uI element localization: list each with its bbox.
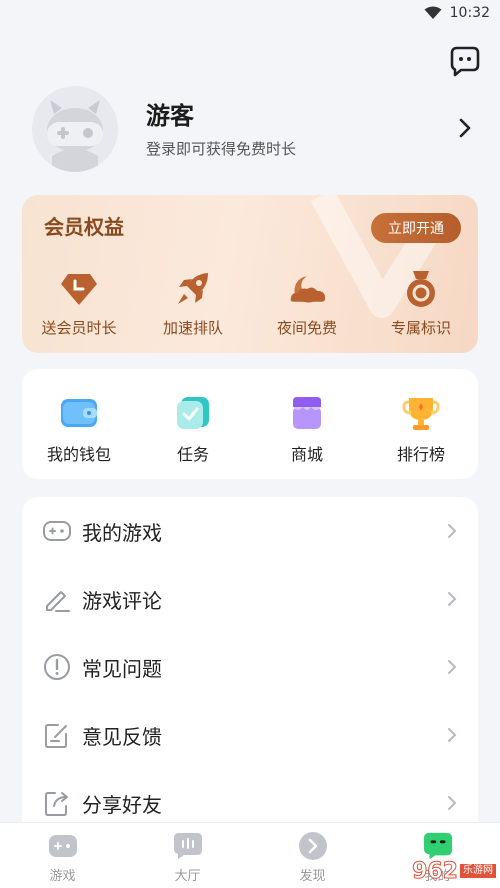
shop-button[interactable]: 商城 — [250, 393, 364, 479]
tab-discover[interactable]: 发现 — [250, 823, 375, 888]
quick-actions-card: 我的钱包 任务 商城 排行榜 — [22, 369, 478, 479]
vip-item-label: 加速排队 — [162, 319, 223, 337]
medal-icon — [407, 271, 435, 307]
tab-label: 发现 — [299, 869, 326, 884]
share-icon — [45, 792, 68, 816]
profile-name: 游客 — [146, 102, 194, 130]
tab-label: 大厅 — [174, 869, 201, 884]
message-button[interactable] — [448, 44, 482, 78]
vip-item-label: 专属标识 — [390, 319, 451, 337]
menu-label: 常见问题 — [82, 656, 162, 681]
watermark-logo-number: 962 — [412, 858, 459, 884]
rocket-icon — [178, 273, 208, 304]
chat-bubble-icon — [450, 46, 480, 77]
task-check-icon — [177, 397, 209, 429]
trophy-icon — [402, 398, 440, 430]
profile-subtitle: 登录即可获得免费时长 — [146, 140, 297, 158]
wallet-icon — [61, 399, 97, 427]
chevron-right-icon — [448, 592, 457, 606]
menu-item-faq[interactable]: 常见问题 — [22, 633, 478, 701]
vip-item-label: 送会员时长 — [41, 319, 117, 337]
shop-icon — [293, 397, 321, 429]
game-tab-icon — [48, 835, 77, 857]
clock-diamond-icon — [61, 274, 97, 305]
vip-item-exclusive-badge[interactable]: 专属标识 — [364, 269, 478, 341]
chevron-right-icon — [448, 660, 457, 674]
lobby-tab-icon — [173, 833, 202, 859]
vip-item-speed-queue[interactable]: 加速排队 — [136, 269, 250, 341]
menu-item-feedback[interactable]: 意见反馈 — [22, 701, 478, 769]
vip-benefits-card[interactable]: 会员权益 立即开通 送会员时长 加速排队 夜间免费 专属标识 — [22, 195, 478, 353]
menu-label: 我的游戏 — [82, 520, 162, 545]
chevron-right-icon[interactable] — [458, 118, 472, 138]
exclamation-icon — [44, 654, 70, 680]
open-vip-button[interactable]: 立即开通 — [371, 213, 461, 243]
tab-label: 游戏 — [49, 869, 76, 884]
avatar[interactable] — [32, 86, 118, 172]
quick-label: 排行榜 — [396, 445, 445, 464]
menu-label: 分享好友 — [82, 792, 162, 817]
quick-label: 任务 — [176, 445, 209, 464]
tab-lobby[interactable]: 大厅 — [125, 823, 250, 888]
watermark-logo-text: 乐游网 — [460, 864, 496, 878]
vip-title: 会员权益 — [44, 215, 124, 239]
vip-item-gift-time[interactable]: 送会员时长 — [22, 269, 136, 341]
menu-item-my-games[interactable]: 我的游戏 — [22, 497, 478, 565]
quick-label: 我的钱包 — [46, 445, 111, 464]
status-bar: 10:32 — [0, 0, 500, 26]
chevron-right-icon — [448, 796, 457, 810]
tasks-button[interactable]: 任务 — [136, 393, 250, 479]
menu-label: 意见反馈 — [82, 724, 162, 749]
wallet-button[interactable]: 我的钱包 — [22, 393, 136, 479]
menu-item-game-reviews[interactable]: 游戏评论 — [22, 565, 478, 633]
wifi-icon — [424, 6, 442, 19]
leaderboard-button[interactable]: 排行榜 — [364, 393, 478, 479]
menu-label: 游戏评论 — [82, 588, 162, 613]
robot-avatar-icon — [47, 100, 103, 172]
chevron-right-icon — [448, 728, 457, 742]
tab-games[interactable]: 游戏 — [0, 823, 125, 888]
feedback-icon — [45, 724, 67, 748]
site-watermark: 962 乐游网 — [406, 856, 496, 886]
discover-tab-icon — [298, 832, 327, 860]
quick-label: 商城 — [290, 445, 323, 464]
chevron-right-icon — [448, 524, 457, 538]
status-time: 10:32 — [449, 5, 490, 21]
vip-item-night-free[interactable]: 夜间免费 — [250, 269, 364, 341]
gamepad-icon — [43, 521, 71, 541]
vip-item-label: 夜间免费 — [276, 319, 337, 337]
pen-icon — [46, 591, 70, 612]
moon-cloud-icon — [290, 276, 326, 303]
menu-list: 我的游戏 游戏评论 常见问题 意见反馈 分享好友 — [22, 497, 478, 837]
profile-header[interactable]: 游客 登录即可获得免费时长 — [32, 86, 478, 172]
